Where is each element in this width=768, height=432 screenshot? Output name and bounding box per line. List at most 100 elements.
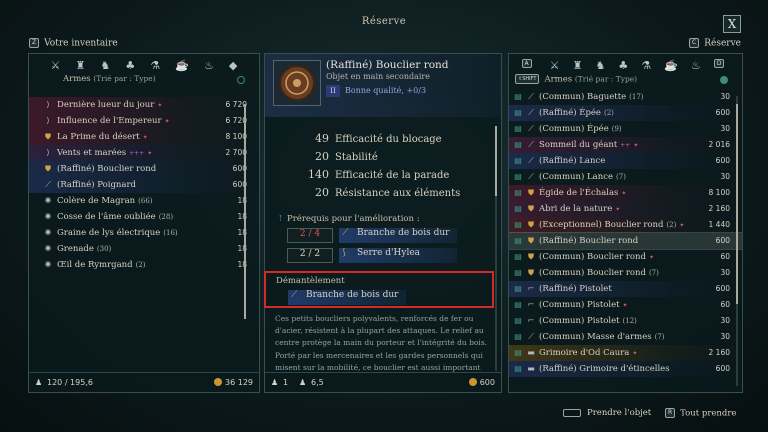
unique-flag-icon: ✦ (633, 142, 639, 149)
tab-consumable-icon[interactable]: ♣ (125, 59, 135, 74)
tab-weapons-icon[interactable]: ⚔ (550, 59, 560, 74)
tab-weapons-icon[interactable]: ⚔ (51, 59, 61, 74)
list-item[interactable]: ✺ Colère de Magran (66) 18 (29, 193, 259, 209)
item-value: 30 (720, 172, 730, 181)
rune-icon: ✺ (44, 196, 52, 205)
stat-label: Efficacité de la parade (335, 170, 450, 181)
item-label: (Raffiné) Poignard (57, 180, 136, 190)
inventory-title: Votre inventaire (44, 38, 118, 49)
list-item[interactable]: ▤ ⌐ (Commun) Pistolet ✦ 60 (509, 297, 742, 313)
list-item[interactable]: ▤ ⟋ (Raffiné) Lance 600 (509, 153, 742, 169)
list-item[interactable]: ⛊ (Raffiné) Bouclier rond 600 (29, 161, 259, 177)
list-item[interactable]: ▤ ⟋ (Raffiné) Épée (2) 600 (509, 105, 742, 121)
key-hint: C (689, 38, 700, 48)
item-label: (Raffiné) Bouclier rond (57, 164, 157, 174)
list-item[interactable]: ▤ ⛊ Abri de la nature ✦ 2 160 (509, 201, 742, 217)
sort-toggle-icon[interactable] (720, 76, 728, 84)
tab-accessory-icon[interactable]: ♞ (595, 59, 605, 74)
list-item[interactable]: ▤ ⟋ (Commun) Épée (9) 30 (509, 121, 742, 137)
sort-toggle-icon[interactable] (237, 76, 245, 84)
item-name: (Commun) Pistolet ✦ (539, 297, 628, 314)
detail-scrollbar[interactable] (495, 126, 497, 371)
tab-accessory-icon[interactable]: ♞ (100, 59, 110, 74)
list-item[interactable]: ⟩ Dernière lueur du jour ✦ 6 720 (29, 97, 259, 113)
tab-food-icon[interactable]: ⚗ (641, 59, 651, 74)
prereq-material-name: Branche de bois dur (357, 228, 450, 238)
stash-chest-icon: ▤ (514, 92, 522, 101)
item-name: (Raffiné) Grimoire d'étincelles (539, 361, 670, 377)
item-value: 1 440 (708, 220, 730, 229)
close-button[interactable]: X (723, 15, 741, 33)
tab-lamp-icon[interactable]: ♨ (691, 59, 701, 74)
stash-sort-header[interactable]: ⇧SHIFT Armes (Trié par : Type) (509, 74, 742, 90)
take-item-hint[interactable]: Prendre l'objet (563, 408, 651, 418)
shift-key: ⇧SHIFT (515, 74, 540, 84)
inventory-scrollbar[interactable] (244, 104, 246, 319)
list-item[interactable]: ▤ ⟋ (Commun) Baguette (17) 30 (509, 89, 742, 105)
detail-footer: ♟ 1 ♟ 6,5 600 (265, 372, 501, 392)
item-name: Graine de lys électrique (16) (57, 225, 178, 241)
list-item[interactable]: ⟋ (Raffiné) Poignard 600 (29, 177, 259, 193)
list-item[interactable]: ✺ Œil de Rymrgand (2) 18 (29, 257, 259, 273)
stash-scrollbar[interactable] (736, 96, 738, 386)
list-item[interactable]: ✺ Grenade (30) 18 (29, 241, 259, 257)
item-count: (12) (622, 317, 637, 325)
list-item[interactable]: ▤ ⟋ (Commun) Masse d'armes (7) 30 (509, 329, 742, 345)
stash-chest-icon: ▤ (514, 220, 522, 229)
list-item[interactable]: ▤ ▬ (Raffiné) Grimoire d'étincelles 600 (509, 361, 742, 377)
spear-icon: ⟋ (528, 172, 534, 181)
prev-tab-key: A (521, 59, 532, 68)
tab-gem-icon[interactable]: ◆ (229, 59, 237, 74)
list-item[interactable]: ▤ ⛊ (Exceptionnel) Bouclier rond (2) ✦ 1 440 (509, 217, 742, 233)
item-label: (Raffiné) Lance (539, 156, 606, 166)
item-value: 600 (479, 378, 495, 387)
item-value: 30 (720, 332, 730, 341)
unique-flag-icon: ✦ (615, 206, 621, 213)
item-name: (Commun) Masse d'armes (7) (539, 329, 665, 345)
item-name: La Prime du désert ✦ (57, 129, 148, 146)
take-all-hint[interactable]: R Tout prendre (665, 408, 736, 419)
tab-armor-icon[interactable]: ♜ (75, 59, 85, 74)
stash-list: ▤ ⟋ (Commun) Baguette (17) 30 ▤ ⟋ (Raffiné) Épé… (509, 89, 742, 389)
list-item[interactable]: ▤ ⛊ (Commun) Bouclier rond (7) 30 (509, 265, 742, 281)
list-item[interactable]: ▤ ⌐ (Commun) Pistolet (12) 30 (509, 313, 742, 329)
wand-icon: ⟋ (528, 92, 534, 101)
tab-materials-icon[interactable]: ☕ (664, 59, 678, 74)
item-value: 600 (715, 284, 730, 293)
list-item[interactable]: ⛊ La Prime du désert ✦ 8 100 (29, 129, 259, 145)
list-item[interactable]: ▤ ⟋ (Commun) Lance (7) 30 (509, 169, 742, 185)
sort-header[interactable]: Armes (Trié par : Type) (29, 74, 259, 90)
sort-sub: (Trié par : Type) (93, 74, 156, 83)
item-label: Vents et marées (57, 148, 127, 158)
rune-icon: ✺ (44, 244, 52, 253)
enchant-marks: +++ (129, 150, 145, 157)
item-name: (Commun) Pistolet (12) (539, 313, 637, 329)
tab-materials-icon[interactable]: ☕ (175, 59, 189, 74)
list-item[interactable]: ▤ ⟋ Sommeil du géant ++ ✦ 2 016 (509, 137, 742, 153)
item-value: 600 (715, 236, 730, 245)
list-item[interactable]: ▤ ▬ Grimoire d'Od Caura ✦ 2 160 (509, 345, 742, 361)
shield-icon: ⛊ (528, 220, 534, 229)
list-item[interactable]: ▤ ⛊ Égide de l'Échalas ✦ 8 100 (509, 185, 742, 201)
unique-flag-icon: ✦ (147, 150, 153, 157)
list-item[interactable]: ▤ ⌐ (Raffiné) Pistolet 600 (509, 281, 742, 297)
list-item[interactable]: ✺ Graine de lys électrique (16) 18 (29, 225, 259, 241)
item-count: (17) (629, 93, 644, 101)
item-label: Grimoire d'Od Caura (539, 348, 630, 358)
list-item[interactable]: ▤ ⛊ (Raffiné) Bouclier rond 600 (509, 232, 742, 250)
unique-flag-icon: ✦ (157, 102, 163, 109)
list-item[interactable]: ⟩ Vents et marées +++ ✦ 2 700 (29, 145, 259, 161)
stash-chest-icon: ▤ (514, 364, 522, 373)
tab-lamp-icon[interactable]: ♨ (204, 59, 214, 74)
list-item[interactable]: ✺ Cosse de l'âme oubliée (28) 18 (29, 209, 259, 225)
item-description: Ces petits boucliers polyvalents, renfor… (275, 314, 488, 372)
item-value: 30 (720, 92, 730, 101)
tab-armor-icon[interactable]: ♜ (573, 59, 583, 74)
list-item[interactable]: ⟩ Influence de l'Empereur ✦ 6 720 (29, 113, 259, 129)
tab-consumable-icon[interactable]: ♣ (618, 59, 628, 74)
list-item[interactable]: ▤ ⛊ (Commun) Bouclier rond ✦ 60 (509, 249, 742, 265)
tab-food-icon[interactable]: ⚗ (150, 59, 160, 74)
dismantle-section[interactable]: Démantèlement ⟋ Branche de bois dur (264, 271, 494, 308)
claw-icon: ⟆ (342, 248, 346, 258)
sort-label: Armes (63, 74, 91, 84)
